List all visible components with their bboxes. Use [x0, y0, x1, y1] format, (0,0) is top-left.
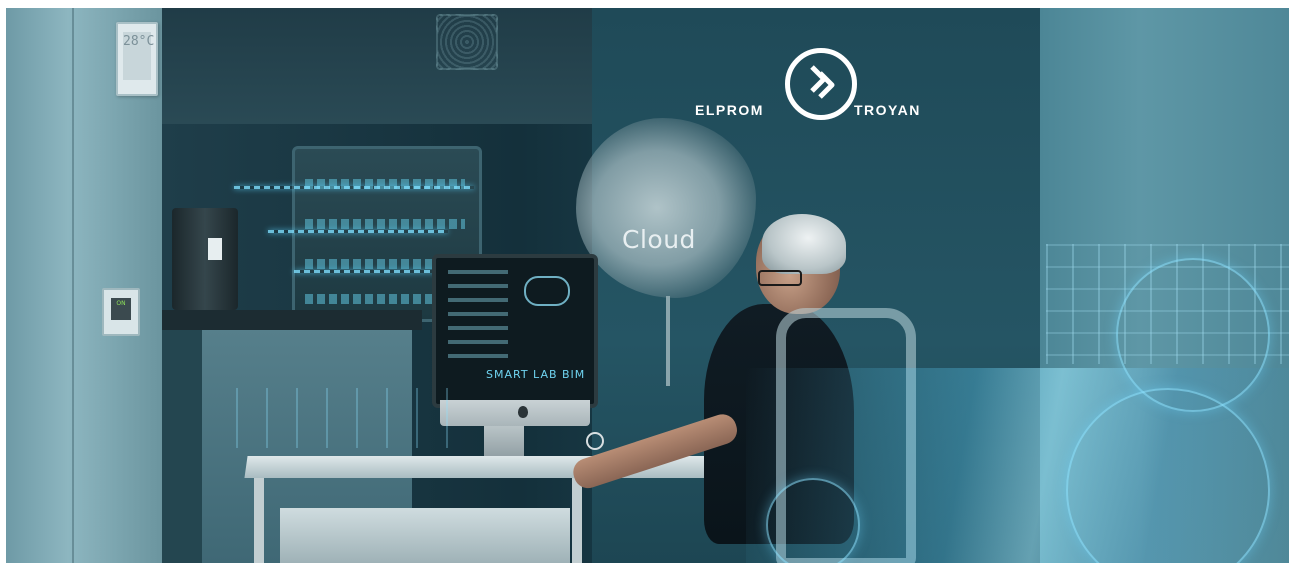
watch-icon: [586, 432, 604, 450]
brand-logo: ELPROM TROYAN: [689, 48, 949, 128]
lab-machine: [172, 208, 238, 310]
thermostat-display: 28°C: [123, 32, 154, 80]
desk-drawer: [280, 508, 570, 563]
switch-label: ON: [111, 298, 131, 320]
rack-row: [305, 219, 465, 229]
thermostat: 28°C: [116, 22, 158, 96]
wall-corner: [72, 8, 74, 563]
desk-leg: [572, 478, 582, 563]
hologram-ring: [1116, 258, 1270, 412]
counter-side: [162, 330, 202, 563]
glasses: [758, 270, 802, 286]
emblem-mark: [810, 65, 835, 99]
cloud-icon: [524, 276, 570, 306]
person-hair: [762, 214, 846, 274]
machine-screen: [208, 238, 222, 260]
apple-icon: [518, 406, 528, 418]
photo-scene: 28°C ON Cloud SMART LAB BIM ELPROM TROYA…: [6, 8, 1289, 563]
monitor-screen-text: SMART LAB BIM: [486, 368, 586, 381]
monitor-stand: [484, 426, 524, 460]
logo-right-word: TROYAN: [854, 102, 921, 118]
hologram-line: [268, 230, 448, 233]
desk-leg: [254, 478, 264, 563]
logo-left-word: ELPROM: [695, 102, 764, 118]
wall-switch: ON: [102, 288, 140, 336]
counter-top: [162, 310, 422, 330]
hologram-line: [234, 186, 474, 189]
sculpture-stand: [666, 296, 670, 386]
ceiling: [162, 8, 592, 124]
ceiling-vent: [436, 14, 498, 70]
hologram-ring: [766, 478, 860, 563]
cloud-label: Cloud: [622, 225, 696, 254]
hologram-line: [294, 270, 444, 273]
hologram-grid-lines: [236, 388, 466, 448]
monitor-list: [448, 270, 508, 360]
elprom-emblem-icon: [785, 48, 857, 120]
